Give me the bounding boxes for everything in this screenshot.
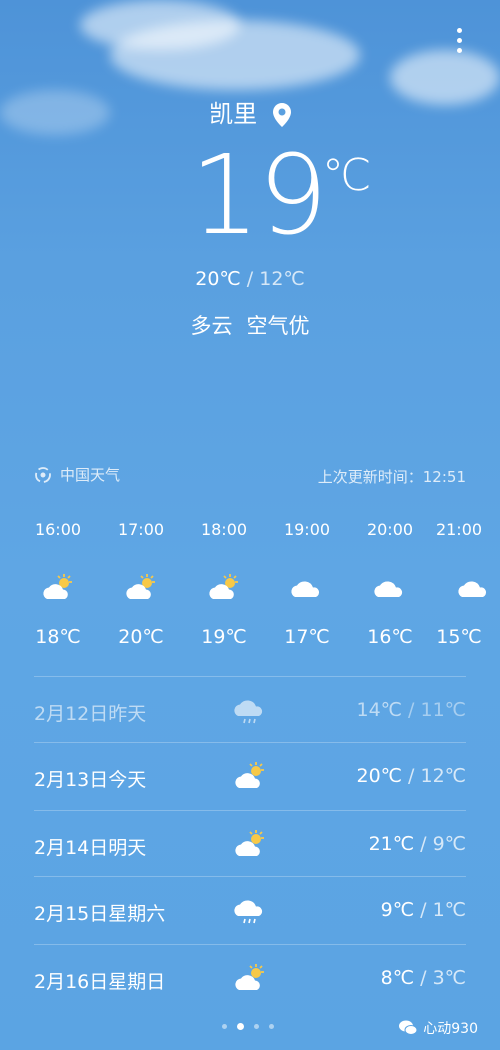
day-label: 2月12日昨天 [34,703,147,725]
partly-sunny-icon [209,574,238,599]
dot [456,38,462,43]
light-rain-icon [234,700,263,724]
day-low: 3℃ [432,967,466,989]
updated-time: 12:51 [422,468,466,486]
china-weather-logo-icon [35,466,51,483]
partly-sunny-icon [235,762,264,788]
day-range: 8℃ / 3℃ [380,967,466,989]
page-dot [269,1024,274,1029]
day-low: 11℃ [420,699,466,721]
today-low: 12℃ [259,268,305,290]
watermark: 心动930 [399,1018,478,1038]
day-row[interactable]: 2月16日星期日 8℃ / 3℃ [34,944,466,1011]
hour-time: 17:00 [117,520,165,539]
page-dot [254,1024,259,1029]
watermark-text: 心动930 [423,1021,478,1037]
cloudy-icon [458,581,487,597]
hour-temp: 18℃ [35,626,81,648]
hour-temp: 17℃ [284,626,330,648]
hour-temp: 19℃ [201,626,247,648]
day-low: 12℃ [420,765,466,787]
city-name: 凯里 [209,100,258,128]
partly-sunny-icon [235,964,264,990]
wechat-icon [399,1020,418,1035]
day-range: 14℃ / 11℃ [356,699,466,721]
city-header[interactable]: 凯里 [0,94,500,129]
day-range: 21℃ / 9℃ [368,833,466,855]
updated-label: 上次更新时间： [317,468,423,486]
day-row[interactable]: 2月13日今天 20℃ / 12℃ [34,742,466,809]
day-range: 20℃ / 12℃ [356,765,466,787]
day-label: 2月13日今天 [34,769,147,791]
dot [456,48,462,53]
day-high: 14℃ [356,699,402,721]
day-row[interactable]: 2月15日星期六 9℃ / 1℃ [34,876,466,943]
hour-time: 18:00 [200,520,248,539]
day-low: 1℃ [432,899,466,921]
today-high: 20℃ [195,268,241,290]
day-label: 2月15日星期六 [34,903,166,925]
hour-time: 21:00 [435,520,483,539]
day-range: 9℃ / 1℃ [380,899,466,921]
background-cloud [80,0,240,50]
day-row[interactable]: 2月14日明天 21℃ / 9℃ [34,810,466,877]
weather-condition: 多云 [190,314,233,338]
day-high: 8℃ [380,967,415,989]
more-menu-button[interactable] [454,28,464,58]
air-quality[interactable]: 空气优 [247,314,310,338]
partly-sunny-icon [126,574,155,599]
hour-time: 16:00 [34,520,82,539]
dot [456,28,462,33]
day-high: 20℃ [356,765,402,787]
partly-sunny-icon [43,574,72,599]
day-low: 9℃ [432,833,466,855]
light-rain-icon [234,900,263,924]
current-temperature: 19 [190,131,328,259]
condition-row: 多云 空气优 [0,310,500,340]
location-pin-icon [272,103,291,127]
day-label: 2月16日星期日 [34,971,166,993]
cloudy-icon [291,581,320,597]
data-source[interactable]: 中国天气 [34,464,120,485]
day-label: 2月14日明天 [34,837,147,859]
temperature-unit: ℃ [322,150,372,201]
page-indicator[interactable] [222,1023,274,1030]
cloudy-icon [374,581,403,597]
hour-temp: 20℃ [118,626,164,648]
day-row[interactable]: 2月12日昨天 14℃ / 11℃ [34,676,466,743]
today-range: 20℃ / 12℃ [195,268,305,290]
hour-temp: 15℃ [436,626,482,648]
source-name: 中国天气 [60,466,121,484]
day-high: 21℃ [368,833,415,855]
partly-sunny-icon [235,830,264,856]
hour-time: 19:00 [283,520,331,539]
last-updated: 上次更新时间：12:51 [318,466,466,487]
day-high: 9℃ [380,899,415,921]
page-dot [222,1024,227,1029]
page-dot-active [237,1023,244,1030]
